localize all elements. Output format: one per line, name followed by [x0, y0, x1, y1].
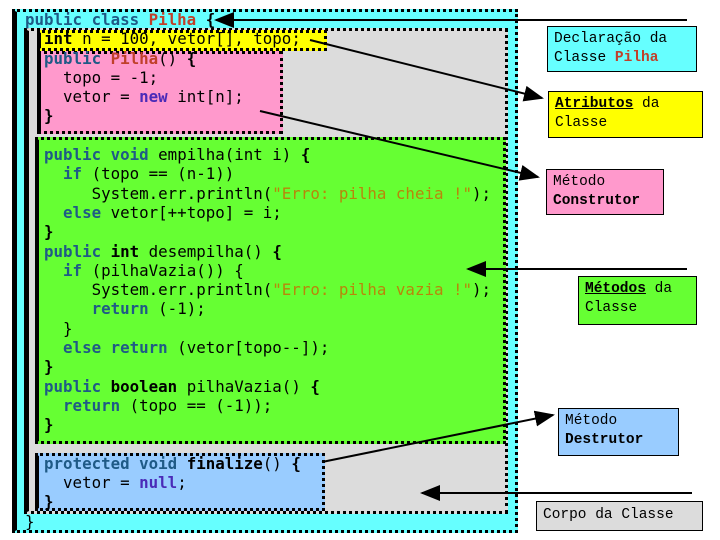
- arrow-attributes: [309, 39, 544, 102]
- label-bold: Destrutor: [565, 432, 644, 448]
- label-text: Declaração da: [554, 31, 668, 47]
- label-bold: Atributos: [555, 96, 634, 112]
- label-text: Método: [565, 413, 618, 429]
- label-attributes: Atributos da Classe: [548, 91, 703, 138]
- label-text: da: [645, 281, 673, 297]
- label-bold: Métodos: [585, 281, 646, 297]
- label-class-declaration: Declaração da Classe Pilha: [547, 26, 697, 72]
- label-text: Classe: [555, 115, 608, 131]
- label-text: Classe: [585, 300, 638, 316]
- label-destructor: Método Destrutor: [558, 408, 679, 456]
- label-class-body: Corpo da Classe: [536, 501, 703, 531]
- label-constructor: Método Construtor: [546, 169, 664, 215]
- label-text: Método: [553, 174, 606, 190]
- class-name: Pilha: [614, 50, 659, 66]
- label-text: da: [633, 96, 660, 112]
- label-text: Corpo da Classe: [543, 507, 674, 523]
- arrow-constructor: [259, 110, 540, 181]
- label-methods: Métodos da Classe: [578, 276, 697, 325]
- label-text: Classe: [554, 50, 615, 66]
- label-bold: Construtor: [553, 193, 641, 209]
- connector-arrows: [214, 12, 692, 501]
- arrow-destructor: [321, 410, 555, 463]
